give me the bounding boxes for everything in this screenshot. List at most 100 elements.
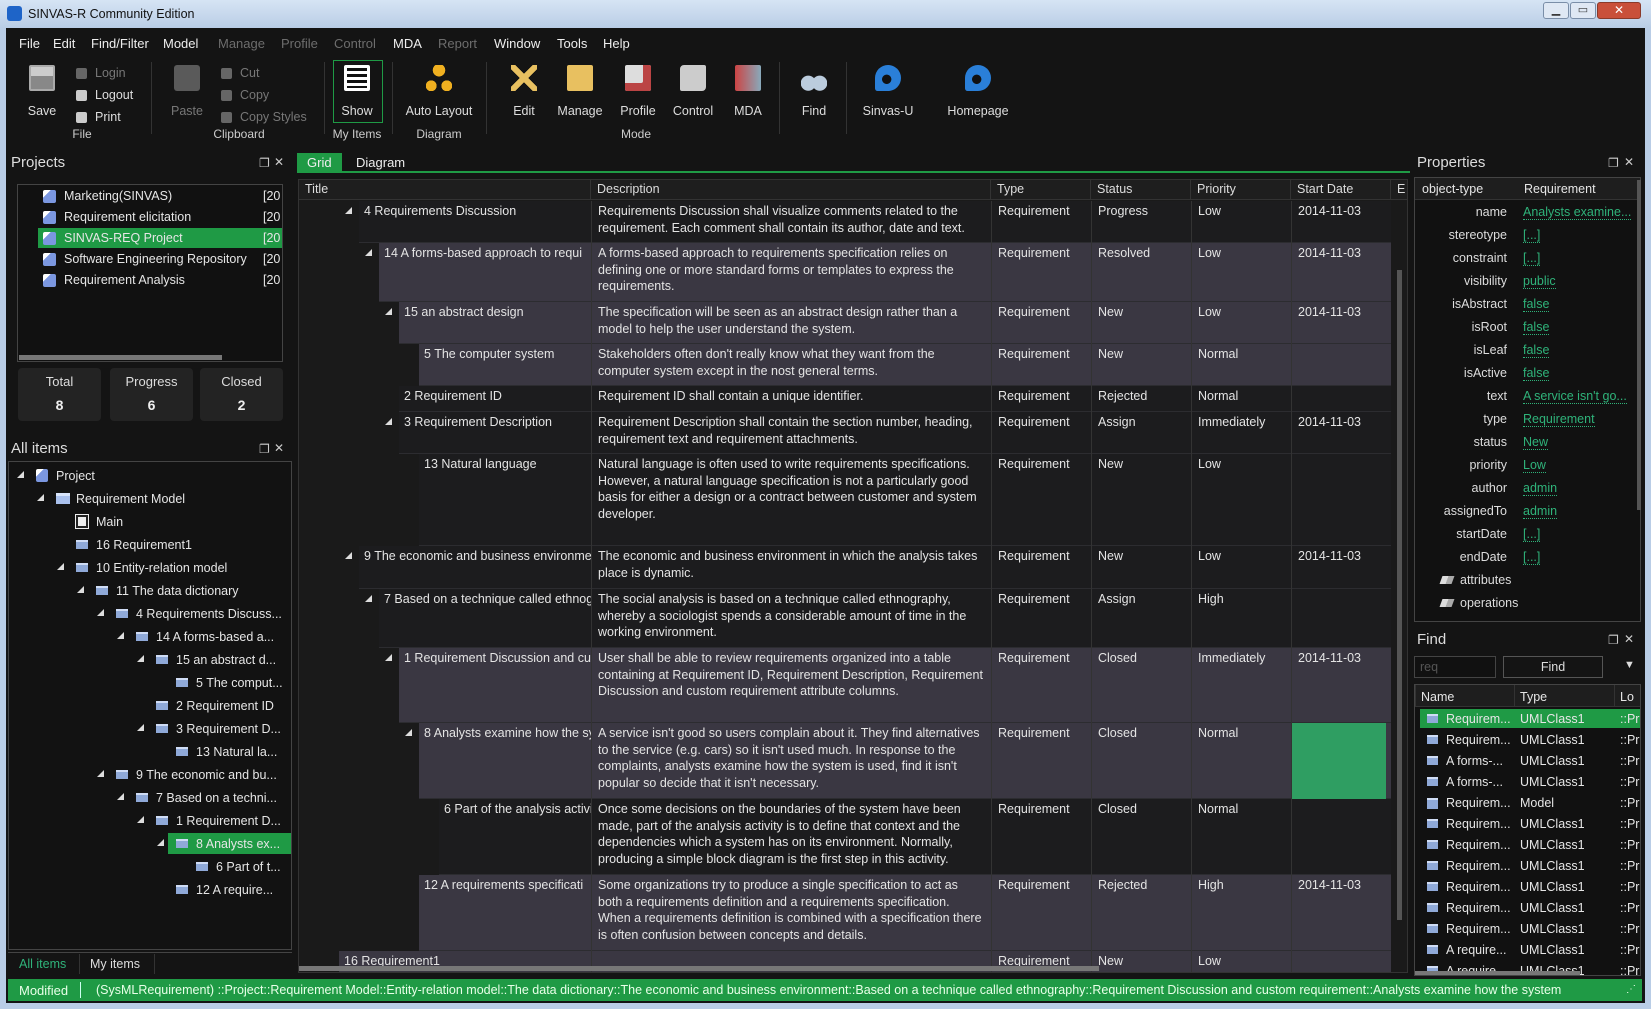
vertical-scrollbar[interactable]	[1397, 270, 1402, 920]
print-icon	[76, 112, 87, 123]
column-header-priority[interactable]: Priority	[1191, 180, 1291, 200]
property-value-isAbstract[interactable]: false	[1523, 297, 1550, 312]
tree-item[interactable]	[14, 466, 284, 486]
property-value-assignedTo[interactable]: admin	[1523, 504, 1558, 519]
property-value-isActive[interactable]: false	[1523, 366, 1550, 381]
menu-control[interactable]: Control	[334, 36, 376, 51]
property-value-startDate[interactable]: [...]	[1523, 527, 1541, 542]
float-panel-icon[interactable]: ❐	[1608, 633, 1619, 647]
property-value-isRoot[interactable]: false	[1523, 320, 1550, 335]
column-header-name[interactable]: Name	[1421, 690, 1454, 704]
close-panel-icon[interactable]: ✕	[274, 155, 284, 169]
expand-toggle-icon[interactable]	[97, 609, 104, 616]
properties-scrollbar[interactable]	[1637, 180, 1641, 510]
menu-model[interactable]: Model	[163, 36, 198, 51]
expand-toggle-icon[interactable]	[117, 632, 124, 639]
expand-toggle-icon[interactable]	[137, 655, 144, 662]
column-header-type[interactable]: Type	[1520, 690, 1547, 704]
column-header-e[interactable]: E	[1391, 180, 1407, 200]
stat-label: Progress	[125, 374, 178, 389]
tree-item-label: 16 Requirement1	[96, 538, 192, 552]
property-label-isRoot: isRoot	[1471, 320, 1507, 334]
login-icon	[76, 68, 87, 79]
expand-toggle-icon[interactable]	[365, 595, 372, 602]
property-value-isLeaf[interactable]: false	[1523, 343, 1550, 358]
tab-all-items[interactable]: All items	[19, 957, 66, 971]
cell-priority: Low	[1191, 243, 1291, 302]
expand-toggle-icon[interactable]	[57, 563, 64, 570]
expand-toggle-icon[interactable]	[157, 839, 164, 846]
column-header-lo[interactable]: Lo	[1620, 690, 1634, 704]
tab-my-items[interactable]: My items	[90, 957, 140, 971]
find-options-dropdown-icon[interactable]: ▼	[1624, 659, 1635, 671]
close-panel-icon[interactable]: ✕	[1624, 155, 1634, 169]
tab-diagram[interactable]: Diagram	[346, 153, 415, 172]
menu-tools[interactable]: Tools	[557, 36, 587, 51]
find-input[interactable]	[1414, 656, 1496, 678]
expand-toggle-icon[interactable]	[37, 494, 44, 501]
menu-report[interactable]: Report	[438, 36, 477, 51]
property-value-status[interactable]: New	[1523, 435, 1549, 450]
expand-toggle-icon[interactable]	[385, 308, 392, 315]
menu-profile[interactable]: Profile	[281, 36, 318, 51]
menu-mda[interactable]: MDA	[393, 36, 422, 51]
expand-toggle-icon[interactable]	[365, 249, 372, 256]
menu-manage[interactable]: Manage	[218, 36, 265, 51]
property-value-visibility[interactable]: public	[1523, 274, 1556, 289]
expand-toggle-icon[interactable]	[17, 471, 24, 478]
column-header-start-date[interactable]: Start Date	[1291, 180, 1391, 200]
maximize-button[interactable]: ▭	[1570, 2, 1596, 19]
minimize-button[interactable]: ▁	[1543, 2, 1569, 19]
tab-grid[interactable]: Grid	[297, 153, 342, 172]
show-label: Show	[341, 104, 373, 118]
tree-item-label: 8 Analysts ex...	[196, 837, 281, 851]
menu-window[interactable]: Window	[494, 36, 540, 51]
property-value-author[interactable]: admin	[1523, 481, 1558, 496]
expand-toggle-icon[interactable]	[77, 586, 84, 593]
column-header-type[interactable]: Type	[991, 180, 1091, 200]
expand-toggle-icon[interactable]	[345, 207, 352, 214]
cell-type: Requirement	[991, 875, 1091, 951]
expand-toggle-icon[interactable]	[345, 552, 352, 559]
property-group-operations[interactable]: operations	[1460, 596, 1518, 610]
close-panel-icon[interactable]: ✕	[1624, 632, 1634, 646]
expand-toggle-icon[interactable]	[385, 654, 392, 661]
float-panel-icon[interactable]: ❐	[259, 442, 270, 456]
property-value-text[interactable]: A service isn't go...	[1523, 389, 1627, 404]
expand-toggle-icon[interactable]	[405, 729, 412, 736]
property-value-name[interactable]: Analysts examine...	[1523, 205, 1632, 220]
tree-item[interactable]	[54, 512, 284, 532]
stat-value: 2	[237, 397, 246, 413]
property-value-priority[interactable]: Low	[1523, 458, 1546, 473]
find-button[interactable]: Find	[1503, 656, 1603, 678]
expand-toggle-icon[interactable]	[137, 724, 144, 731]
resize-grip-icon[interactable]: ⋰	[1626, 984, 1636, 995]
property-value-stereotype[interactable]: [...]	[1523, 228, 1541, 243]
horizontal-scrollbar[interactable]	[1415, 971, 1580, 975]
horizontal-scrollbar[interactable]	[19, 355, 222, 360]
close-button[interactable]: ✕	[1597, 2, 1641, 19]
float-panel-icon[interactable]: ❐	[1608, 156, 1619, 170]
column-header-description[interactable]: Description	[591, 180, 991, 200]
requirement-icon	[176, 885, 188, 894]
property-group-attributes[interactable]: attributes	[1460, 573, 1511, 587]
menu-edit[interactable]: Edit	[53, 36, 75, 51]
expand-toggle-icon[interactable]	[137, 816, 144, 823]
expand-group-icon[interactable]	[1439, 576, 1455, 584]
horizontal-scrollbar[interactable]	[299, 966, 1099, 971]
expand-group-icon[interactable]	[1439, 599, 1455, 607]
property-value-endDate[interactable]: [...]	[1523, 550, 1541, 565]
result-type: UMLClass1	[1520, 880, 1585, 894]
expand-toggle-icon[interactable]	[97, 770, 104, 777]
menu-findfilter[interactable]: Find/Filter	[91, 36, 149, 51]
close-panel-icon[interactable]: ✕	[274, 441, 284, 455]
float-panel-icon[interactable]: ❐	[259, 156, 270, 170]
property-value-constraint[interactable]: [...]	[1523, 251, 1541, 266]
column-header-status[interactable]: Status	[1091, 180, 1191, 200]
menu-file[interactable]: File	[19, 36, 40, 51]
property-value-type[interactable]: Requirement	[1523, 412, 1595, 427]
menu-help[interactable]: Help	[603, 36, 630, 51]
column-header-title[interactable]: Title	[299, 180, 591, 200]
expand-toggle-icon[interactable]	[117, 793, 124, 800]
expand-toggle-icon[interactable]	[385, 418, 392, 425]
